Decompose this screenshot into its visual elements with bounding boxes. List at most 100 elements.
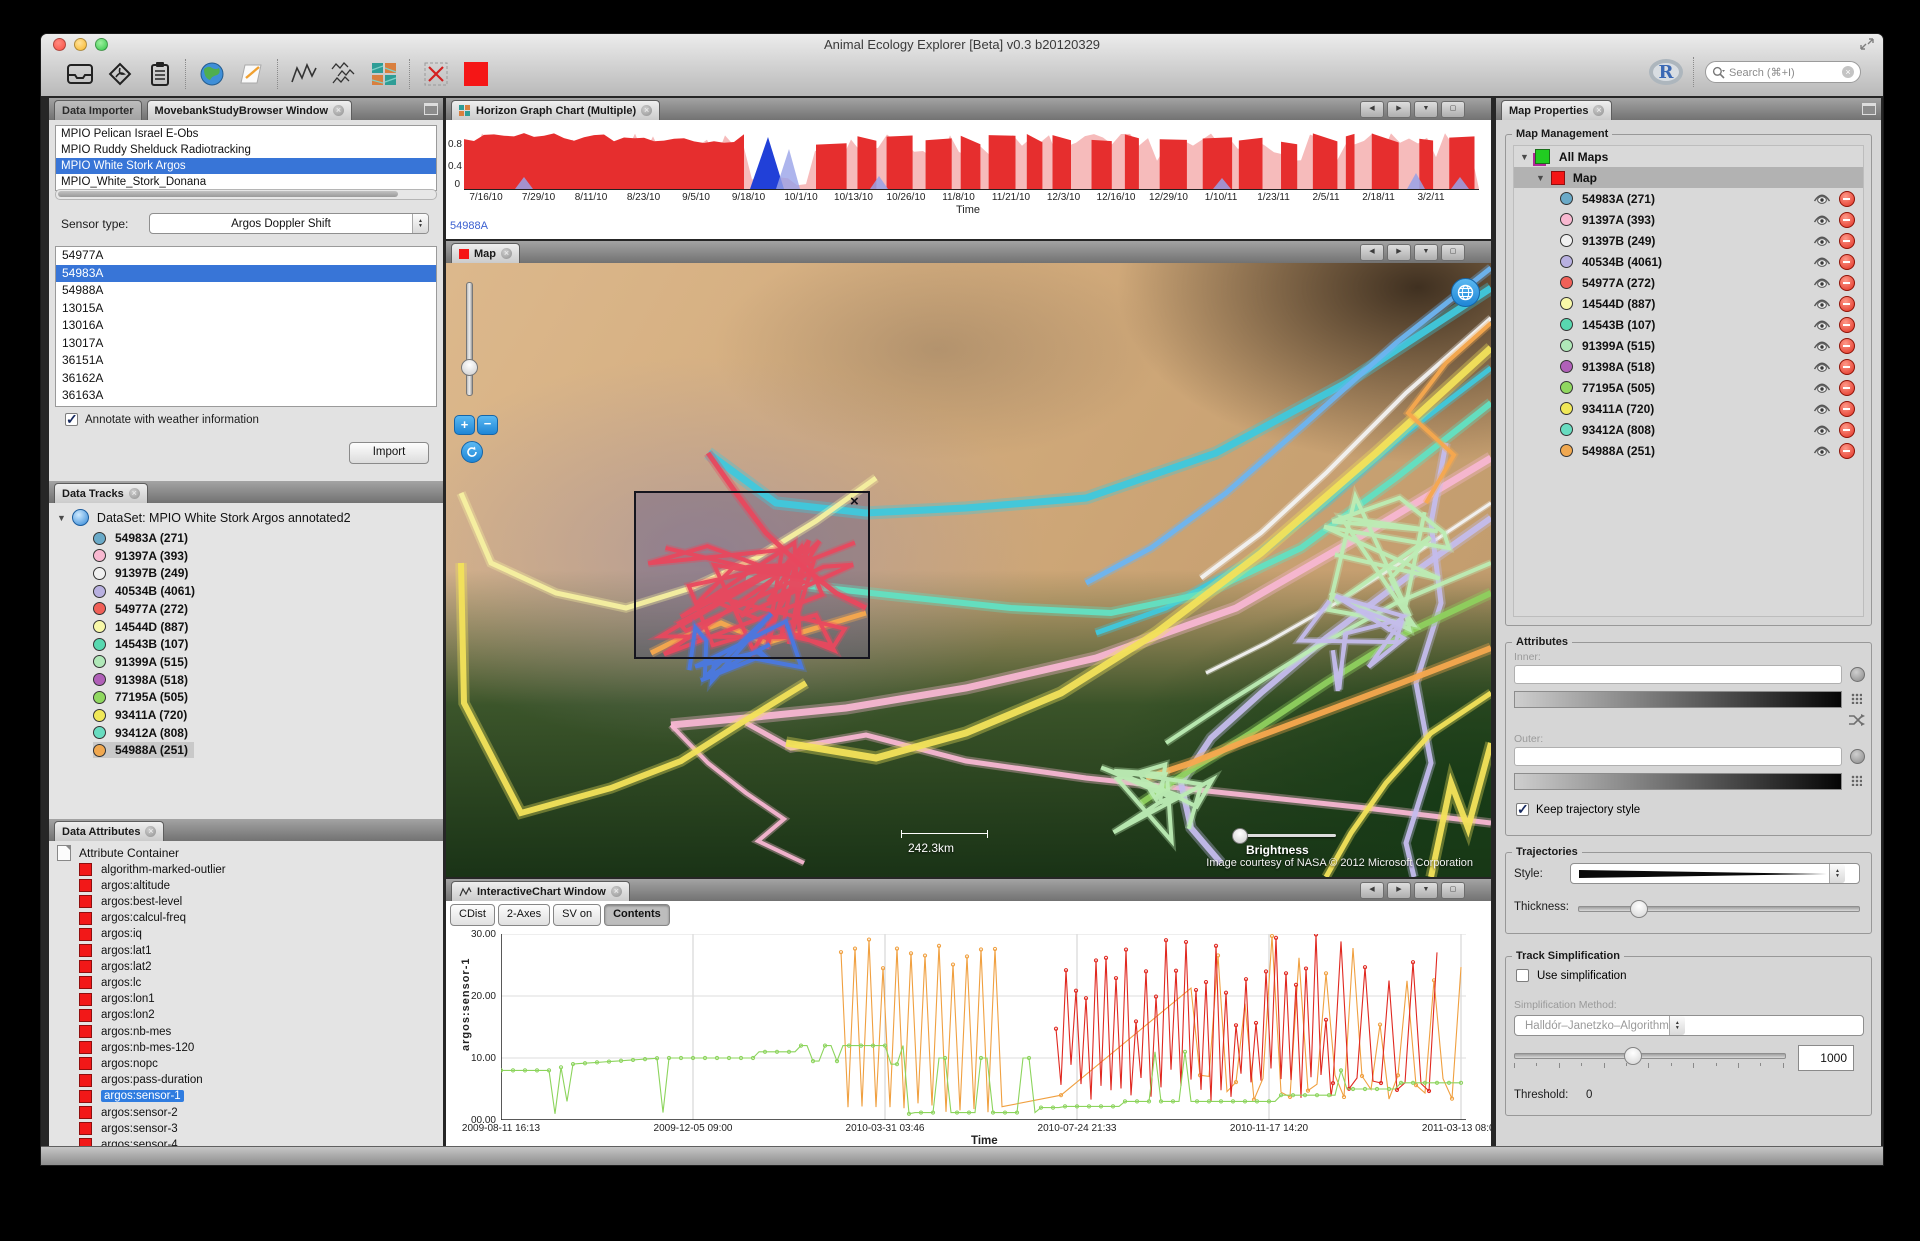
attribute-item[interactable]: argos:lat2 — [79, 959, 152, 974]
import-button[interactable]: Import — [349, 442, 429, 464]
ichart-plot[interactable] — [501, 934, 1466, 1120]
sensor-item[interactable]: 13017A — [56, 335, 436, 353]
nav-menu-button[interactable]: ▼ — [1414, 882, 1438, 899]
attribute-item[interactable]: argos:sensor-3 — [79, 1121, 178, 1136]
map-track-row[interactable]: 14544D (887) — [1514, 293, 1863, 314]
study-item[interactable]: MPIO White Stork Argos — [56, 158, 436, 174]
clipboard-icon[interactable] — [143, 57, 177, 91]
attribute-item[interactable]: argos:sensor-1 — [79, 1089, 184, 1104]
map-zoom-slider-thumb[interactable] — [461, 359, 478, 376]
search-input[interactable]: Search (⌘+I) × — [1705, 61, 1861, 83]
attribute-container-row[interactable]: Attribute Container — [57, 845, 179, 861]
track-item[interactable]: 14543B (107) — [93, 636, 188, 652]
outer-gradient-bar[interactable] — [1514, 773, 1842, 790]
maximize-panel-button[interactable]: ▢ — [1441, 244, 1465, 261]
selection-close-icon[interactable]: × — [850, 495, 859, 509]
attribute-item[interactable]: argos:lon1 — [79, 992, 155, 1007]
nav-forward-button[interactable]: ▶ — [1387, 101, 1411, 118]
fullscreen-icon[interactable] — [1859, 37, 1875, 51]
track-item[interactable]: 40534B (4061) — [93, 583, 195, 599]
sensor-item[interactable]: 54988A — [56, 282, 436, 300]
visibility-eye-icon[interactable] — [1813, 298, 1831, 310]
multi-chart-icon[interactable] — [327, 57, 361, 91]
remove-track-icon[interactable] — [1839, 317, 1855, 333]
remove-track-icon[interactable] — [1839, 443, 1855, 459]
sensor-item[interactable]: 36151A — [56, 352, 436, 370]
stepper-icon[interactable]: ▲▼ — [412, 214, 428, 233]
stepper-icon[interactable]: ▲▼ — [1829, 864, 1845, 883]
inner-attribute-field[interactable] — [1514, 665, 1842, 684]
visibility-eye-icon[interactable] — [1813, 424, 1831, 436]
remove-track-icon[interactable] — [1839, 212, 1855, 228]
visibility-eye-icon[interactable] — [1813, 256, 1831, 268]
close-icon[interactable]: × — [129, 488, 140, 499]
line-chart-icon[interactable] — [287, 57, 321, 91]
inner-clear-button[interactable] — [1850, 667, 1865, 682]
nav-menu-button[interactable]: ▼ — [1414, 101, 1438, 118]
nav-back-button[interactable]: ◀ — [1360, 882, 1384, 899]
close-icon[interactable]: × — [145, 826, 156, 837]
close-icon[interactable]: × — [611, 886, 622, 897]
horizon-footer-label[interactable]: 54988A — [450, 220, 488, 232]
attribute-item[interactable]: argos:lon2 — [79, 1008, 155, 1023]
track-item[interactable]: 91397B (249) — [93, 565, 188, 581]
study-item[interactable]: MPIO Ruddy Shelduck Radiotracking — [56, 142, 436, 158]
close-icon[interactable]: × — [333, 105, 344, 116]
ichart-button-cdist[interactable]: CDist — [450, 904, 495, 926]
study-list-hscrollbar[interactable] — [55, 189, 437, 200]
attribute-item[interactable]: argos:iq — [79, 927, 142, 942]
attribute-item[interactable]: argos:pass-duration — [79, 1073, 203, 1088]
study-list[interactable]: MPIO Pelican Israel E-ObsMPIO Ruddy Shel… — [55, 125, 437, 191]
study-item[interactable]: MPIO Pelican Israel E-Obs — [56, 126, 436, 142]
map-track-row[interactable]: 54983A (271) — [1514, 188, 1863, 209]
map-track-row[interactable]: 77195A (505) — [1514, 377, 1863, 398]
attribute-item[interactable]: argos:nb-mes-120 — [79, 1040, 194, 1055]
track-item[interactable]: 54983A (271) — [93, 530, 188, 546]
nav-menu-button[interactable]: ▼ — [1414, 244, 1438, 261]
color-swatch-icon[interactable] — [459, 57, 493, 91]
map-track-row[interactable]: 14543B (107) — [1514, 314, 1863, 335]
remove-track-icon[interactable] — [1839, 401, 1855, 417]
shuffle-icon[interactable] — [1848, 713, 1865, 726]
horizon-tiles-icon[interactable] — [367, 57, 401, 91]
grid-icon[interactable] — [1851, 693, 1862, 704]
simplification-method-dropdown[interactable]: Halldór–Janetzko–Algorithm ▲▼ — [1514, 1015, 1864, 1036]
attribute-item[interactable]: argos:calcul-freq — [79, 911, 186, 926]
visibility-eye-icon[interactable] — [1813, 319, 1831, 331]
globe-icon[interactable] — [195, 57, 229, 91]
disclosure-triangle-icon[interactable]: ▼ — [1520, 152, 1529, 162]
close-icon[interactable]: × — [501, 248, 512, 259]
close-icon[interactable]: × — [641, 105, 652, 116]
horizon-plot[interactable] — [464, 133, 1479, 189]
annotate-weather-checkbox[interactable] — [65, 413, 78, 426]
track-item[interactable]: 54977A (272) — [93, 601, 188, 617]
brightness-slider-thumb[interactable] — [1232, 828, 1248, 844]
ichart-button-contents[interactable]: Contents — [604, 904, 670, 926]
map-row[interactable]: ▼ Map — [1514, 167, 1863, 188]
ichart-button-sv-on[interactable]: SV on — [553, 904, 601, 926]
zoom-in-button[interactable]: + — [454, 415, 475, 435]
remove-track-icon[interactable] — [1839, 254, 1855, 270]
attribute-item[interactable]: argos:altitude — [79, 878, 170, 893]
attribute-item[interactable]: argos:sensor-2 — [79, 1105, 178, 1120]
remove-track-icon[interactable] — [1839, 380, 1855, 396]
track-item[interactable]: 93412A (808) — [93, 725, 188, 741]
map-track-row[interactable]: 54988A (251) — [1514, 440, 1863, 461]
sensor-item[interactable]: 54977A — [56, 247, 436, 265]
map-refresh-button[interactable] — [461, 441, 483, 463]
thickness-slider-thumb[interactable] — [1630, 900, 1648, 918]
annotate-note-icon[interactable] — [235, 57, 269, 91]
study-item[interactable]: MPIO_White_Stork_Donana — [56, 174, 436, 190]
map-globe-button[interactable] — [1451, 278, 1480, 307]
track-item[interactable]: 91398A (518) — [93, 672, 188, 688]
visibility-eye-icon[interactable] — [1813, 340, 1831, 352]
restore-panel-icon[interactable] — [1862, 103, 1876, 115]
sensor-item[interactable]: 13015A — [56, 300, 436, 318]
sensor-type-dropdown[interactable]: Argos Doppler Shift ▲▼ — [149, 213, 429, 234]
map-track-row[interactable]: 91398A (518) — [1514, 356, 1863, 377]
remove-track-icon[interactable] — [1839, 233, 1855, 249]
remove-track-icon[interactable] — [1839, 296, 1855, 312]
import-tray-icon[interactable] — [63, 57, 97, 91]
track-item[interactable]: 77195A (505) — [93, 689, 188, 705]
keep-trajectory-style-checkbox[interactable] — [1516, 803, 1529, 816]
